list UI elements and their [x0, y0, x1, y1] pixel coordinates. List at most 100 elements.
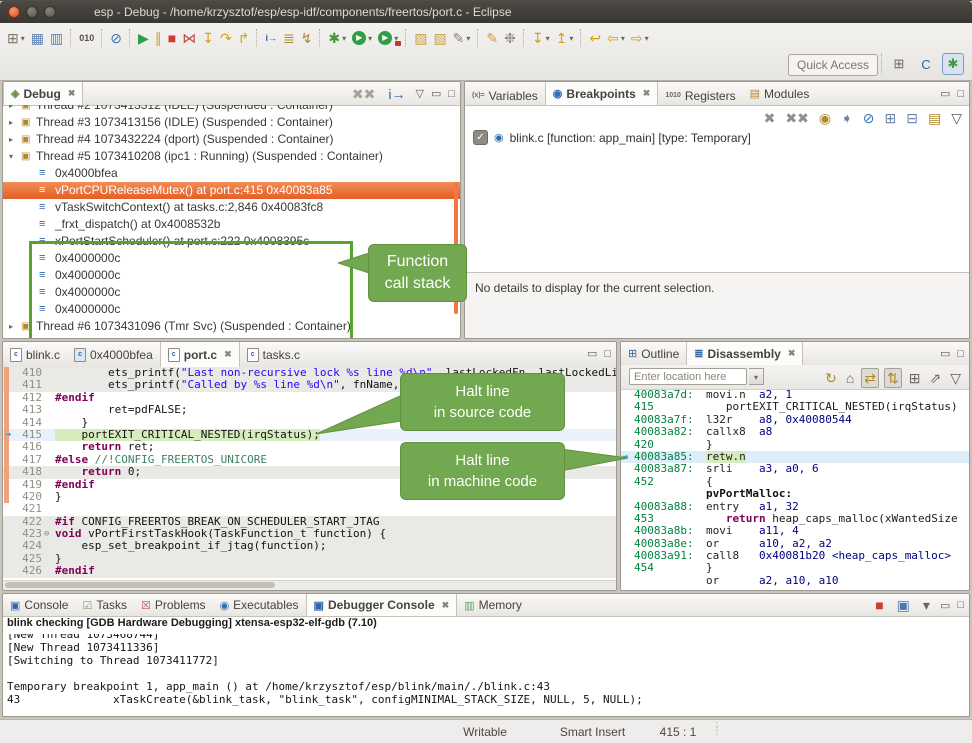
thread-row[interactable]: ▸▣Thread #3 1073413156 (IDLE) (Suspended… — [3, 114, 460, 131]
tab-breakpoints[interactable]: ◉Breakpoints✖ — [545, 82, 659, 105]
editor-tab-port-c[interactable]: cport.c✖ — [160, 342, 240, 367]
editor-horizontal-scrollbar[interactable] — [3, 580, 616, 590]
window-maximize-button[interactable] — [44, 6, 56, 18]
quick-access-button[interactable]: Quick Access — [788, 54, 878, 76]
open-folder-icon[interactable]: ▧ — [430, 27, 449, 49]
location-input[interactable]: Enter location here — [629, 368, 747, 385]
maximize-icon[interactable]: □ — [604, 348, 611, 360]
instruction-stepping-icon[interactable]: i→ — [262, 27, 280, 49]
tab-tasks[interactable]: ☑Tasks — [75, 594, 134, 616]
chevron-right-icon[interactable]: ▸ — [9, 114, 13, 131]
new-view-icon[interactable]: ⊞ — [907, 369, 923, 387]
suspend-icon[interactable]: ∥ — [152, 27, 165, 49]
stack-frame-row[interactable]: ≡0x4000bfea — [3, 165, 460, 182]
maximize-icon[interactable]: □ — [448, 88, 455, 100]
disassembly-row[interactable]: 452{ — [621, 476, 969, 488]
editor-tab-blink-c[interactable]: cblink.c — [3, 342, 67, 367]
track-expression-icon[interactable]: ⇅ — [884, 368, 902, 388]
view-menu-icon[interactable]: ▽ — [415, 87, 423, 100]
disassembly-row[interactable]: 454} — [621, 562, 969, 574]
group-by-icon[interactable]: ▤ — [927, 107, 942, 129]
use-step-filters-icon[interactable]: ↯ — [298, 27, 316, 49]
step-into-icon[interactable]: ↧ — [199, 27, 217, 49]
editor-tab-tasks-c[interactable]: ctasks.c — [240, 342, 307, 367]
mark-occurrences-icon[interactable]: ✎ — [483, 27, 501, 49]
disassembly-row[interactable]: or a2, a10, a10 — [621, 575, 969, 587]
back-history-icon[interactable]: ⇦▾ — [604, 27, 628, 49]
disassembly-row[interactable]: 40083a8b:movi a11, 4 — [621, 525, 969, 537]
tab-modules[interactable]: ▤Modules — [743, 82, 817, 105]
terminate-console-icon[interactable]: ■ — [872, 594, 886, 616]
save-icon[interactable]: ▦ — [28, 27, 47, 49]
minimize-icon[interactable]: ▭ — [940, 347, 950, 360]
stack-frame-row[interactable]: ≡vPortCPUReleaseMutex() at port.c:415 0x… — [3, 182, 460, 199]
cpp-perspective-button[interactable]: C — [915, 53, 937, 75]
breakpoint-entry-row[interactable]: ✓ ◉ blink.c [function: app_main] [type: … — [473, 130, 751, 145]
editor-tab-0x4000bfea[interactable]: c0x4000bfea — [67, 342, 160, 367]
code-line[interactable]: 425} — [3, 553, 616, 565]
close-icon[interactable]: ✖ — [224, 349, 232, 360]
close-icon[interactable]: ✖ — [68, 88, 76, 99]
run-icon[interactable]: ▶▾ — [349, 27, 375, 49]
search-icon[interactable]: ✎▾ — [450, 27, 474, 49]
show-source-of-selected-icon[interactable]: ≣ — [280, 27, 298, 49]
tab-console[interactable]: ▣Console — [3, 594, 75, 616]
external-tools-icon[interactable]: ▶▾ — [375, 27, 401, 49]
back-undo-icon[interactable]: ↩ — [586, 27, 604, 49]
pin-view-icon[interactable]: ⇗ — [927, 369, 943, 387]
window-minimize-button[interactable] — [26, 6, 38, 18]
chevron-right-icon[interactable]: ▸ — [9, 105, 13, 114]
breakpoint-enabled-checkbox[interactable]: ✓ — [473, 130, 488, 145]
remove-selected-breakpoints-icon[interactable]: ✖ — [763, 107, 777, 129]
forward-history-icon[interactable]: ⇨▾ — [628, 27, 652, 49]
disassembly-row[interactable]: 40083a82:callx8 a8 — [621, 426, 969, 438]
go-into-icon[interactable]: ↥▾ — [553, 27, 577, 49]
disassembly-row[interactable]: 40083a91:call8 0x40081b20 <heap_caps_mal… — [621, 550, 969, 562]
refresh-icon[interactable]: ↻ — [823, 369, 839, 387]
skip-all-breakpoints-icon[interactable]: ⊘ — [107, 27, 125, 49]
link-with-debug-view-icon[interactable]: ◉ — [818, 107, 832, 129]
skip-all-breakpoints-icon[interactable]: ⊘ — [862, 107, 876, 129]
minimize-icon[interactable]: ▭ — [587, 347, 597, 360]
close-icon[interactable]: ✖ — [442, 600, 450, 611]
minimize-icon[interactable]: ▭ — [940, 87, 950, 100]
stack-frame-row[interactable]: ≡vTaskSwitchContext() at tasks.c:2,846 0… — [3, 199, 460, 216]
disconnect-icon[interactable]: ⋈ — [179, 27, 199, 49]
remove-all-terminated-icon[interactable]: ✖✖ — [349, 83, 378, 105]
resume-icon[interactable]: ▶ — [135, 27, 152, 49]
step-return-icon[interactable]: ↱ — [235, 27, 253, 49]
minimize-icon[interactable]: ▭ — [940, 599, 950, 612]
thread-row[interactable]: ▾▣Thread #5 1073410208 (ipc1 : Running) … — [3, 148, 460, 165]
thread-row[interactable]: ▸▣Thread #4 1073432224 (dport) (Suspende… — [3, 131, 460, 148]
stack-frame-row[interactable]: ≡0x4000000c — [3, 301, 460, 318]
chevron-right-icon[interactable]: ▸ — [9, 131, 13, 148]
maximize-icon[interactable]: □ — [957, 88, 964, 100]
save-all-icon[interactable]: ▥ — [47, 27, 66, 49]
tab-memory[interactable]: ▥Memory — [457, 594, 529, 616]
disassembly-row[interactable]: 415 portEXIT_CRITICAL_NESTED(irqStatus) — [621, 401, 969, 413]
open-perspective-button[interactable]: ⊞ — [888, 53, 910, 75]
code-line[interactable]: 423⊖void vPortFirstTaskHook(TaskFunction… — [3, 528, 616, 540]
disassembly-row[interactable]: pvPortMalloc: — [621, 488, 969, 500]
code-line[interactable]: 424 esp_set_breakpoint_if_jtag(function)… — [3, 540, 616, 552]
tab-executables[interactable]: ◉Executables — [213, 594, 306, 616]
new-wizard-icon[interactable]: ⊞▾ — [4, 27, 28, 49]
maximize-icon[interactable]: □ — [957, 599, 964, 611]
new-c-project-icon[interactable]: ▨ — [411, 27, 430, 49]
fold-collapse-icon[interactable]: ⊖ — [44, 528, 49, 540]
instruction-stepping-mode-icon[interactable]: i→ — [385, 83, 408, 105]
console-output[interactable]: [New Thread 1073468744][New Thread 10734… — [7, 634, 969, 716]
code-line[interactable]: 421 — [3, 503, 616, 515]
view-menu-icon[interactable]: ▽ — [948, 369, 963, 387]
tab-disassembly[interactable]: ≣Disassembly✖ — [686, 342, 803, 365]
view-menu-icon[interactable]: ▽ — [950, 107, 963, 129]
tab-debugger-console[interactable]: ▣Debugger Console✖ — [306, 594, 458, 616]
disassembly-code-area[interactable]: 40083a7d:movi.n a2, 1415 portEXIT_CRITIC… — [621, 389, 969, 590]
binary-counter-icon[interactable]: 010 — [76, 27, 97, 49]
tab-debug[interactable]: ◈ Debug ✖ — [3, 82, 83, 105]
expand-all-icon[interactable]: ⊞ — [884, 107, 898, 129]
console-dropdown-icon[interactable]: ▾ — [920, 594, 933, 616]
tab-registers[interactable]: 1010Registers — [658, 84, 742, 107]
chevron-down-icon[interactable]: ▾ — [9, 148, 13, 165]
disassembly-row[interactable]: 40083a87:srli a3, a0, 6 — [621, 463, 969, 475]
